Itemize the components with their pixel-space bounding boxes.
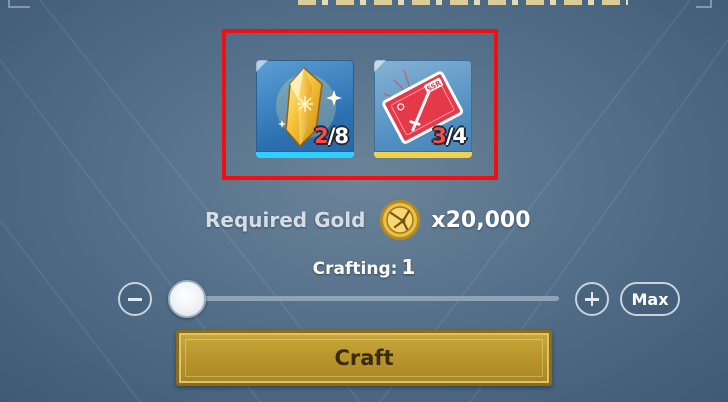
- crafting-quantity: 1: [401, 255, 416, 279]
- required-gold-row: Required Gold x20,000: [205, 200, 531, 240]
- gold-coin-icon: [380, 200, 421, 240]
- corner-bracket-left: [8, 0, 30, 8]
- crafting-label: Crafting:: [312, 259, 398, 279]
- decrease-quantity-button[interactable]: [118, 282, 152, 316]
- top-header-edge: [0, 0, 728, 8]
- max-quantity-button[interactable]: Max: [620, 282, 680, 316]
- crafting-quantity-row: Crafting: 1: [0, 255, 728, 279]
- material-count: 2/8: [314, 124, 349, 148]
- minus-icon: [128, 298, 142, 301]
- increase-quantity-button[interactable]: [575, 282, 609, 316]
- craft-button-label: Craft: [334, 346, 394, 370]
- required-gold-label: Required Gold: [205, 208, 366, 232]
- material-slot-ticket[interactable]: SSR 3/4: [374, 60, 472, 158]
- craft-button[interactable]: Craft: [176, 330, 552, 386]
- quantity-slider-handle[interactable]: [168, 280, 206, 318]
- corner-bracket-right: [696, 0, 712, 8]
- header-text-fragment: [298, 0, 628, 5]
- quantity-slider-track[interactable]: [188, 296, 559, 301]
- required-gold-amount: x20,000: [431, 207, 531, 233]
- material-slot-crystal[interactable]: 2/8: [256, 60, 354, 158]
- material-count: 3/4: [432, 124, 467, 148]
